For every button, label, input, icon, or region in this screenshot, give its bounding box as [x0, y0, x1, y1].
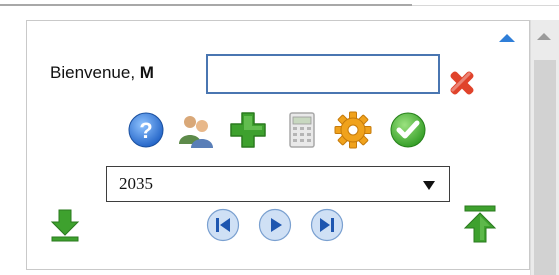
play-icon[interactable] [258, 208, 292, 242]
download-icon[interactable] [50, 208, 80, 242]
delete-icon[interactable] [445, 66, 479, 100]
check-icon[interactable] [388, 110, 428, 150]
scrollbar-thumb[interactable] [534, 60, 556, 275]
scroll-to-top-icon[interactable] [462, 204, 498, 244]
user-initial: M [139, 63, 154, 82]
first-page-icon[interactable] [206, 208, 240, 242]
help-icon[interactable]: ? [126, 110, 166, 150]
svg-text:?: ? [139, 118, 152, 143]
name-input[interactable] [206, 54, 440, 94]
welcome-label: Bienvenue, M [50, 63, 154, 83]
year-select[interactable]: 2035 [106, 166, 450, 202]
scroll-up-arrow-icon[interactable] [537, 33, 551, 40]
year-select-value: 2035 [119, 174, 153, 193]
settings-icon[interactable] [333, 110, 373, 150]
calculator-icon[interactable] [282, 110, 322, 150]
top-divider [0, 4, 412, 6]
add-icon[interactable] [228, 110, 268, 150]
collapse-up-icon[interactable] [499, 34, 515, 42]
dropdown-arrow-icon [423, 181, 435, 190]
last-page-icon[interactable] [310, 208, 344, 242]
top-divider-light [412, 5, 559, 6]
users-icon[interactable] [176, 110, 216, 150]
welcome-text: Bienvenue, [50, 63, 140, 82]
